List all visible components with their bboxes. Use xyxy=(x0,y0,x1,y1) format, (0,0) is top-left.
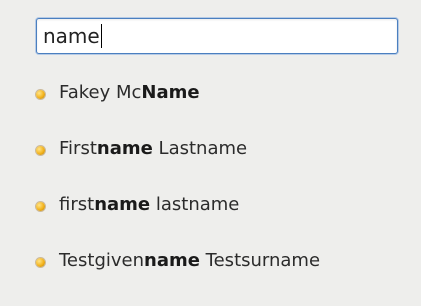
orange-dot-icon xyxy=(36,258,45,267)
result-item[interactable]: Firstname Lastname xyxy=(36,138,320,194)
result-text-match: name xyxy=(144,250,200,271)
result-text-match: Name xyxy=(141,82,200,103)
orange-dot-icon xyxy=(36,90,45,99)
result-text-before: First xyxy=(59,138,97,159)
result-text-match: name xyxy=(96,138,153,159)
result-item[interactable]: firstname lastname xyxy=(36,194,320,250)
result-label: firstname lastname xyxy=(59,194,239,216)
orange-dot-icon xyxy=(36,202,45,211)
result-text-match: name xyxy=(94,194,151,215)
result-text-after: Lastname xyxy=(152,138,248,159)
result-item[interactable]: Fakey McName xyxy=(36,82,320,138)
result-text-after: Testsurname xyxy=(199,250,321,271)
autocomplete-results-list: Fakey McName Firstname Lastname firstnam… xyxy=(36,82,320,306)
result-item[interactable]: Testgivenname Testsurname xyxy=(36,250,320,306)
result-text-before: Testgiven xyxy=(59,250,145,271)
orange-dot-icon xyxy=(36,146,45,155)
result-text-before: first xyxy=(59,194,95,215)
search-input-value: name xyxy=(43,24,100,48)
result-label: Testgivenname Testsurname xyxy=(59,250,320,272)
text-caret xyxy=(100,24,102,48)
result-label: Firstname Lastname xyxy=(59,138,247,160)
result-label: Fakey McName xyxy=(59,82,200,104)
search-input[interactable]: name xyxy=(36,18,398,54)
result-text-before: Fakey Mc xyxy=(59,82,142,103)
result-text-after: lastname xyxy=(150,194,240,215)
